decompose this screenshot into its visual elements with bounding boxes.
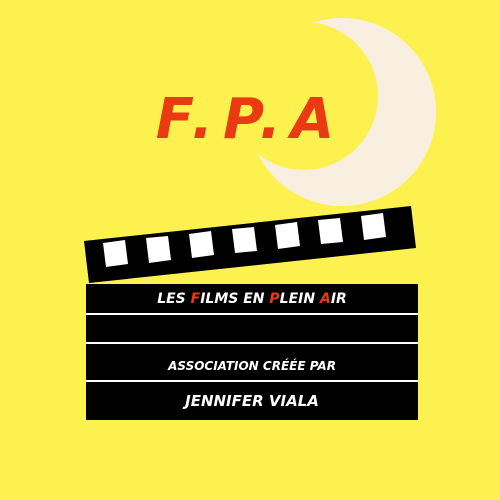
tagline-part: IR	[330, 291, 347, 307]
tagline-letter-a: A	[319, 291, 331, 307]
tagline-part: LES	[157, 291, 191, 307]
tagline-letter-p: P	[269, 291, 280, 307]
founder-name: JENNIFER VIALA	[185, 392, 319, 410]
slate-divider	[86, 380, 418, 382]
tagline-part: LEIN	[279, 291, 320, 307]
association-label: ASSOCIATION CRÉÉE PAR	[168, 359, 336, 373]
poster: F.P.A LES FILMS EN PLEIN AIR ASSOCIATION…	[0, 0, 500, 500]
clapperboard-icon	[84, 206, 416, 283]
tagline-part: ILMS EN	[200, 291, 270, 307]
slate-divider	[86, 342, 418, 344]
slate-divider	[86, 313, 418, 315]
tagline-letter-f: F	[190, 291, 201, 307]
tagline: LES FILMS EN PLEIN AIR	[86, 292, 418, 306]
clapperboard-slate: LES FILMS EN PLEIN AIR ASSOCIATION CRÉÉE…	[86, 284, 418, 420]
